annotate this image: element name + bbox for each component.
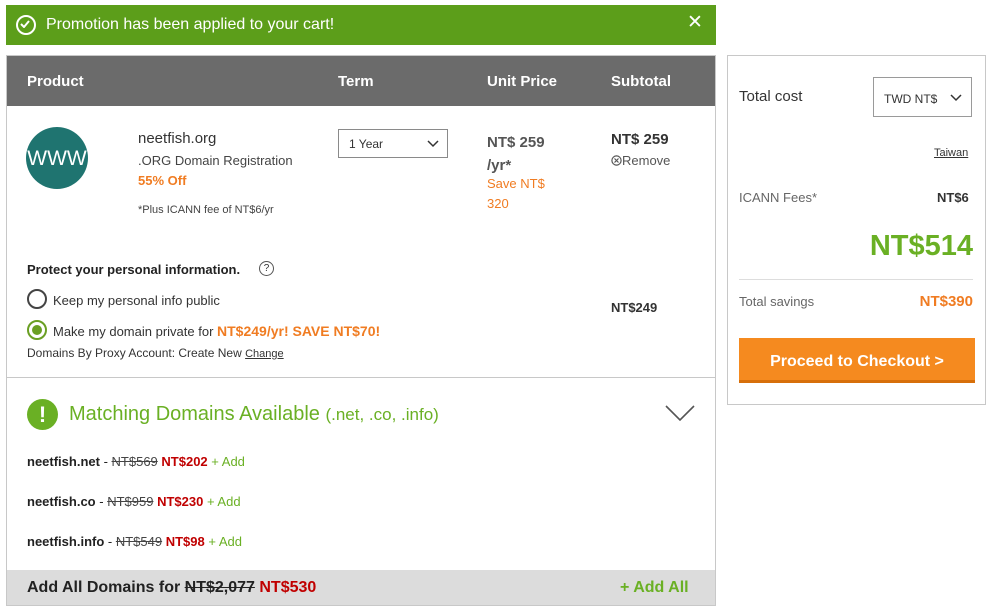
suggestion-add-button[interactable]: + Add (208, 534, 242, 549)
remove-button[interactable]: Remove (611, 153, 670, 168)
savings-label: Total savings (739, 294, 815, 309)
chevron-down-icon (950, 94, 962, 102)
private-option-text: Make my domain private for (53, 324, 218, 339)
icann-fees-value: NT$6 (937, 190, 969, 205)
order-summary: Total cost TWD NT$ Taiwan ICANN Fees* NT… (727, 55, 986, 405)
suggestion-name: neetfish.co (27, 494, 96, 509)
chevron-down-icon (427, 140, 439, 148)
discount-label: 55% Off (138, 173, 187, 188)
add-all-button[interactable]: + Add All (620, 579, 689, 597)
suggestion-old-price: NT$959 (107, 494, 154, 509)
add-all-text: Add All Domains for (27, 579, 185, 596)
suggestion-old-price: NT$569 (111, 454, 158, 469)
radio-public-label[interactable]: Keep my personal info public (53, 293, 220, 308)
unit-save: Save NT$ 320 (487, 176, 545, 211)
suggestion-add-button[interactable]: + Add (207, 494, 241, 509)
promo-message: Promotion has been applied to your cart! (46, 16, 335, 33)
header-term: Term (338, 73, 374, 90)
help-icon[interactable]: ? (259, 261, 274, 276)
promo-banner: Promotion has been applied to your cart!… (6, 5, 716, 45)
radio-private-label[interactable]: Make my domain private for NT$249/yr! SA… (53, 323, 380, 339)
suggestion-row: neetfish.net - NT$569 NT$202 + Add (27, 454, 245, 469)
radio-selected-dot (32, 325, 42, 335)
private-promo-text: NT$249/yr! SAVE NT$70! (217, 323, 381, 339)
currency-value: TWD NT$ (884, 92, 938, 106)
domain-name: neetfish.org (138, 130, 217, 147)
cart-table: Product Term Unit Price Subtotal WWW nee… (6, 55, 716, 606)
table-header: Product Term Unit Price Subtotal (7, 56, 715, 106)
www-icon: WWW (26, 127, 88, 189)
add-all-old-price: NT$2,077 (184, 579, 255, 596)
exclamation-icon: ! (27, 399, 58, 430)
proxy-change-link[interactable]: Change (245, 348, 284, 360)
suggestion-name: neetfish.info (27, 534, 105, 549)
add-all-new-price: NT$530 (259, 579, 317, 596)
add-all-label: Add All Domains for NT$2,077 NT$530 (27, 579, 316, 597)
summary-title: Total cost (739, 88, 803, 105)
suggestion-name: neetfish.net (27, 454, 100, 469)
suggestion-separator: - (95, 494, 108, 509)
term-value: 1 Year (349, 137, 384, 151)
radio-private[interactable] (27, 320, 47, 340)
header-subtotal: Subtotal (611, 73, 671, 90)
privacy-price: NT$249 (611, 300, 658, 315)
currency-select[interactable]: TWD NT$ (873, 77, 972, 117)
icann-fees-label: ICANN Fees* (739, 190, 818, 205)
matching-extensions: (.net, .co, .info) (325, 405, 439, 424)
total-cost: NT$514 (869, 230, 973, 262)
header-unit-price: Unit Price (487, 73, 558, 90)
radio-public[interactable] (27, 289, 47, 309)
suggestion-separator: - (99, 454, 112, 469)
unit-price: NT$ 259 /yr* (487, 134, 545, 174)
icann-note: *Plus ICANN fee of NT$6/yr (138, 204, 274, 216)
check-circle-icon (16, 15, 36, 35)
subtotal-value: NT$ 259 (611, 131, 669, 148)
suggestion-add-button[interactable]: + Add (211, 454, 245, 469)
close-icon[interactable]: ✕ (687, 13, 703, 32)
section-divider (7, 377, 715, 378)
remove-label: Remove (622, 153, 671, 168)
suggestion-row: neetfish.co - NT$959 NT$230 + Add (27, 494, 241, 509)
matching-domains-title: Matching Domains Available (.net, .co, .… (69, 403, 439, 426)
add-all-bar: Add All Domains for NT$2,077 NT$530 + Ad… (7, 570, 715, 605)
collapse-chevron-icon[interactable] (665, 404, 695, 427)
suggestion-new-price: NT$202 (161, 454, 208, 469)
suggestion-separator: - (104, 534, 116, 549)
savings-value: NT$390 (919, 293, 973, 310)
suggestion-new-price: NT$230 (157, 494, 204, 509)
summary-divider (739, 279, 973, 280)
www-icon-text: WWW (27, 147, 87, 170)
proxy-text: Domains By Proxy Account: Create New (27, 346, 246, 360)
domain-description: .ORG Domain Registration (138, 153, 293, 168)
suggestion-old-price: NT$549 (115, 534, 163, 549)
term-select[interactable]: 1 Year (338, 129, 448, 158)
privacy-heading: Protect your personal information. (27, 262, 241, 277)
header-product: Product (27, 73, 84, 90)
country-link[interactable]: Taiwan (934, 147, 968, 159)
matching-title-text: Matching Domains Available (69, 403, 320, 425)
suggestion-new-price: NT$98 (165, 534, 205, 549)
checkout-button[interactable]: Proceed to Checkout > (739, 338, 975, 383)
suggestion-row: neetfish.info - NT$549 NT$98 + Add (27, 534, 242, 549)
remove-icon (611, 155, 622, 166)
proxy-account: Domains By Proxy Account: Create New Cha… (27, 346, 284, 360)
